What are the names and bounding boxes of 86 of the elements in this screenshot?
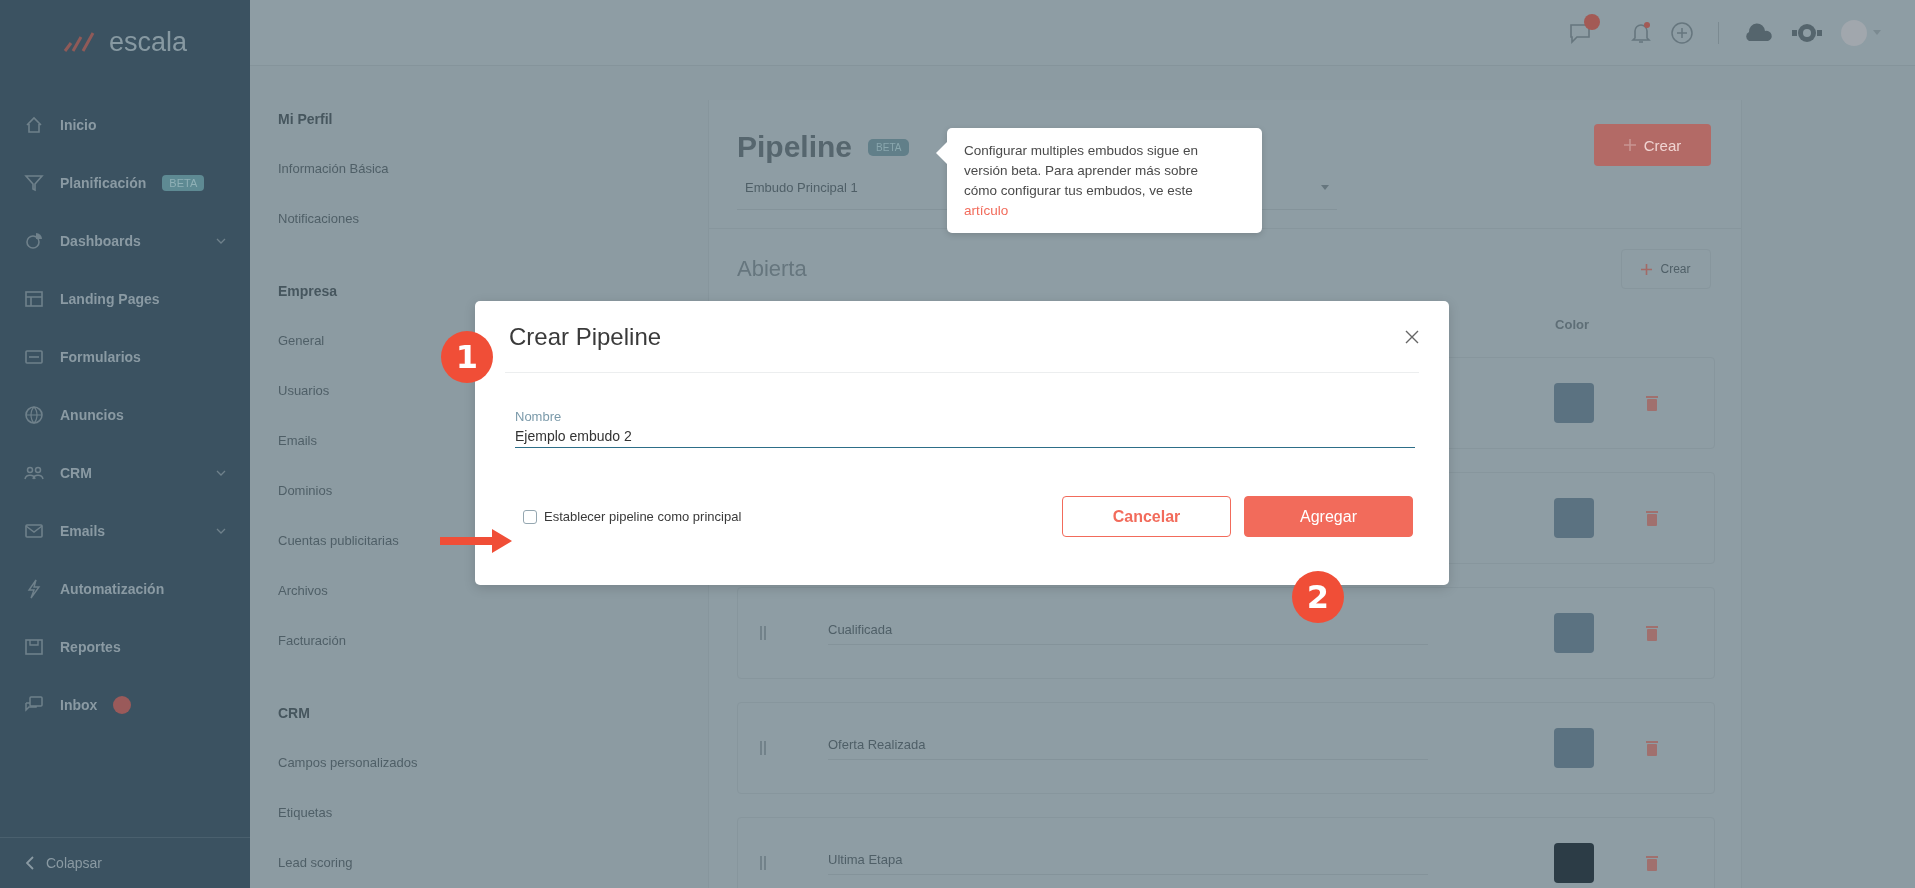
- chart-icon: [24, 231, 44, 251]
- settings-menu-item[interactable]: Información Básica: [278, 144, 389, 194]
- sidebar-item-label: Automatización: [60, 581, 165, 597]
- settings-menu-item[interactable]: Notificaciones: [278, 194, 359, 244]
- color-swatch[interactable]: [1554, 843, 1594, 883]
- settings-section-title: Empresa: [278, 282, 338, 301]
- sidebar-item[interactable]: Dashboards: [0, 212, 250, 270]
- page-title: Pipeline: [737, 130, 853, 164]
- report-icon: [24, 637, 44, 657]
- create-button[interactable]: Crear: [1594, 124, 1711, 166]
- checkbox[interactable]: [523, 509, 537, 524]
- sidebar-item[interactable]: Reportes: [0, 618, 250, 676]
- settings-menu-item[interactable]: Campos personalizados: [278, 738, 418, 788]
- settings-menu-item[interactable]: Emails: [278, 416, 317, 466]
- field-label: Nombre: [515, 409, 563, 424]
- trash-icon[interactable]: [1646, 625, 1658, 641]
- settings-menu-item[interactable]: Etiquetas: [278, 788, 333, 838]
- sidebar-item-label: Landing Pages: [60, 291, 160, 307]
- stage-name-field[interactable]: Oferta Realizada: [828, 736, 1428, 760]
- caret-down-icon: [1321, 185, 1329, 190]
- mail-icon: [24, 521, 44, 541]
- home-icon: [24, 115, 44, 135]
- trash-icon[interactable]: [1646, 740, 1658, 756]
- collapse-button[interactable]: Colapsar: [0, 837, 250, 888]
- color-swatch[interactable]: [1554, 728, 1594, 768]
- cancel-button[interactable]: Cancelar: [1062, 496, 1231, 537]
- color-swatch[interactable]: [1554, 383, 1594, 423]
- sidebar-item[interactable]: Formularios: [0, 328, 250, 386]
- settings-menu-item[interactable]: Facturación: [278, 616, 346, 666]
- plus-icon: [1623, 139, 1636, 151]
- color-swatch[interactable]: [1554, 498, 1594, 538]
- plus-icon: [1641, 263, 1653, 275]
- drag-handle-icon[interactable]: [760, 741, 766, 755]
- settings-menu-item[interactable]: Lead scoring: [278, 838, 353, 888]
- checkbox-label: Establecer pipeline como principal: [544, 509, 742, 524]
- sidebar-item-label: Dashboards: [60, 233, 141, 249]
- stage-name-field[interactable]: Cualificada: [828, 621, 1428, 645]
- settings-menu-item[interactable]: Cuentas publicitarias: [278, 516, 399, 566]
- name-input[interactable]: Ejemplo embudo 2: [515, 428, 1415, 444]
- close-button[interactable]: [1405, 329, 1419, 344]
- step-marker: 1: [441, 331, 493, 383]
- pointer-arrow: [440, 528, 512, 554]
- sidebar-item-label: Emails: [60, 523, 106, 539]
- bell-icon[interactable]: [1630, 20, 1652, 45]
- notification-badge: [1584, 13, 1600, 30]
- settings-menu-item[interactable]: Archivos: [278, 566, 328, 616]
- sidebar-item[interactable]: Landing Pages: [0, 270, 250, 328]
- trash-icon[interactable]: [1646, 395, 1658, 411]
- chat-icon: [24, 695, 44, 715]
- stage-name-field[interactable]: Ultima Etapa: [828, 851, 1428, 875]
- settings-section-title: CRM: [278, 704, 310, 723]
- sidebar-item[interactable]: Emails: [0, 502, 250, 560]
- sidebar-item[interactable]: Inicio: [0, 96, 250, 154]
- settings-section-title: Mi Perfil: [278, 110, 333, 129]
- sidebar-item-label: Planificación: [60, 175, 147, 191]
- settings-menu-item[interactable]: Usuarios: [278, 366, 330, 416]
- chat-icon[interactable]: [1568, 21, 1592, 44]
- drag-handle-icon[interactable]: [760, 856, 766, 870]
- sidebar-item-label: Formularios: [60, 349, 141, 365]
- drag-handle-icon[interactable]: [760, 626, 766, 640]
- sidebar-item-label: Inicio: [60, 117, 97, 133]
- add-button[interactable]: Agregar: [1244, 496, 1413, 537]
- trash-icon[interactable]: [1646, 855, 1658, 871]
- sidebar-item[interactable]: Automatización: [0, 560, 250, 618]
- dialog-title: Crear Pipeline: [508, 322, 662, 351]
- logo-text: escala: [108, 26, 187, 58]
- sidebar-item-label: Reportes: [60, 639, 121, 655]
- settings-menu-item[interactable]: Dominios: [278, 466, 333, 516]
- cloud-icon[interactable]: [1743, 22, 1773, 43]
- close-icon: [1405, 329, 1419, 344]
- funnel-icon: [24, 173, 44, 193]
- layout-icon: [24, 289, 44, 309]
- settings-menu-item[interactable]: General: [278, 316, 325, 366]
- trash-icon[interactable]: [1646, 510, 1658, 526]
- sidebar-item-label: Anuncios: [60, 407, 124, 423]
- sidebar-item-label: Inbox: [60, 697, 98, 713]
- globe-icon: [24, 405, 44, 425]
- plus-circle-icon[interactable]: [1670, 20, 1694, 45]
- sidebar-item[interactable]: CRM: [0, 444, 250, 502]
- form-icon: [24, 347, 44, 367]
- color-swatch[interactable]: [1554, 613, 1594, 653]
- sidebar-item[interactable]: Inbox: [0, 676, 250, 734]
- sidebar-item[interactable]: Anuncios: [0, 386, 250, 444]
- chevron-left-icon: [26, 856, 34, 870]
- create-stage-button[interactable]: Crear: [1621, 249, 1711, 289]
- sidebar-item-label: CRM: [60, 465, 92, 481]
